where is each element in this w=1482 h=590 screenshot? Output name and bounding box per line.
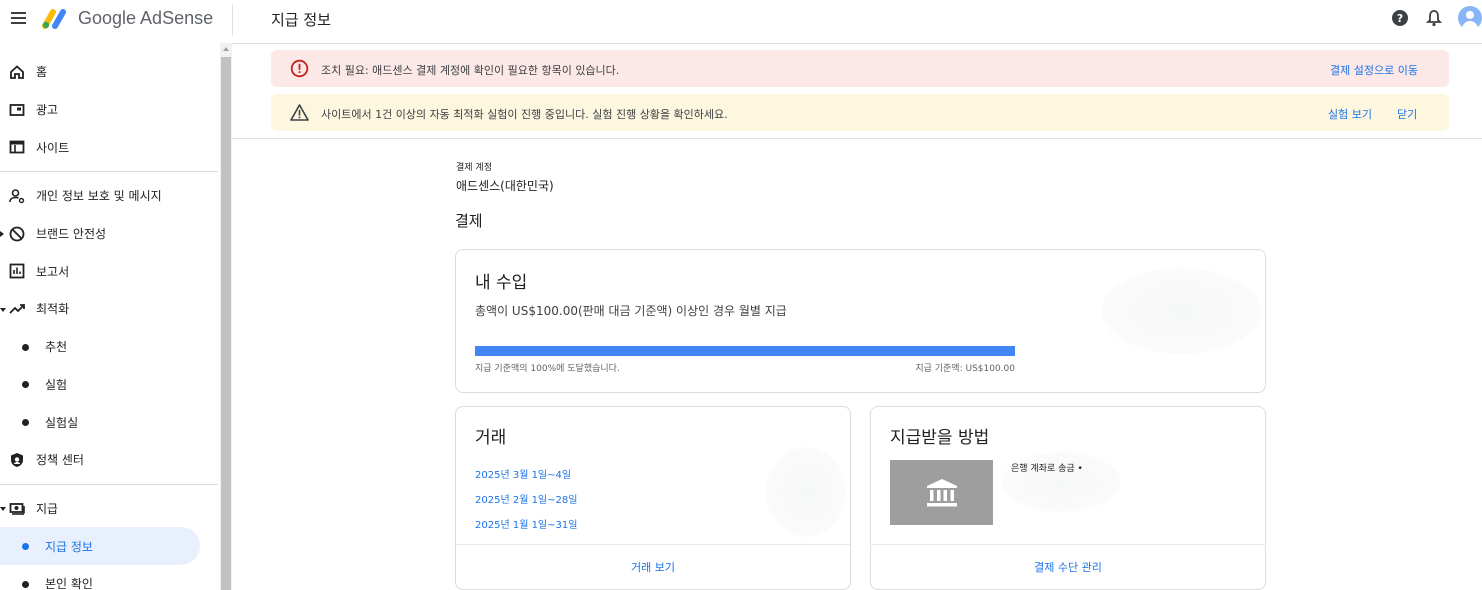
- payment-threshold-progress: [475, 346, 1015, 356]
- error-icon: [290, 59, 309, 78]
- account-label: 결제 계정: [456, 163, 492, 173]
- card-title: 내 수입: [475, 273, 528, 293]
- home-icon: [8, 63, 26, 81]
- divider: [0, 171, 218, 173]
- placeholder-graphic: [1101, 268, 1261, 354]
- sidebar-item-label: 본인 확인: [45, 577, 93, 590]
- sidebar-item-label: 지급: [36, 501, 59, 516]
- sidebar-item-brand-safety[interactable]: 브랜드 안전성: [0, 215, 220, 253]
- svg-text:?: ?: [1397, 12, 1403, 25]
- sidebar-item-label: 최적화: [36, 302, 70, 317]
- view-transactions-link[interactable]: 거래 보기: [456, 559, 850, 575]
- sidebar-item-label: 브랜드 안전성: [36, 227, 107, 242]
- bullet-icon: [22, 419, 29, 427]
- trending-up-icon: [8, 300, 26, 318]
- divider: [232, 138, 1482, 139]
- banner-message: 조치 필요: 애드센스 결제 계정에 확인이 필요한 항목이 있습니다.: [321, 64, 620, 77]
- scroll-up-icon[interactable]: [223, 47, 229, 51]
- payment-method-text: 은행 계좌로 송금 •: [1011, 464, 1083, 474]
- placeholder-graphic: [766, 447, 846, 537]
- progress-fill: [475, 346, 1015, 356]
- product-name: Google AdSense: [78, 8, 214, 28]
- go-to-payment-settings-link[interactable]: 결제 설정으로 이동: [1330, 62, 1418, 78]
- transaction-period-link[interactable]: 2025년 3월 1일~4일: [475, 466, 571, 481]
- sidebar-item-label: 지급 정보: [45, 539, 93, 554]
- bank-icon: [890, 460, 993, 525]
- progress-status: 지급 기준액의 100%에 도달했습니다.: [475, 364, 620, 374]
- sidebar-item-label: 사이트: [36, 140, 70, 155]
- sidebar-item-policy-center[interactable]: 정책 센터: [0, 441, 220, 479]
- ads-icon: [8, 101, 26, 119]
- card-title: 거래: [475, 428, 507, 448]
- sidebar-item-reports[interactable]: 보고서: [0, 252, 220, 290]
- sidebar-item-label: 광고: [36, 103, 59, 118]
- section-title: 결제: [455, 212, 483, 230]
- earnings-card: 내 수입 총액이 US$100.00(판매 대금 기준액) 이상인 경우 월별 …: [455, 249, 1266, 393]
- threshold-label: 지급 기준액: US$100.00: [915, 364, 1015, 374]
- scroll-thumb[interactable]: [221, 57, 231, 590]
- sidebar-item-ads[interactable]: 광고: [0, 91, 220, 129]
- sidebar-scrollbar[interactable]: [220, 43, 232, 590]
- divider: [0, 483, 218, 485]
- sidebar-item-payments[interactable]: 지급: [0, 490, 220, 528]
- notifications-icon[interactable]: [1424, 8, 1444, 28]
- page-title: 지급 정보: [271, 11, 331, 29]
- payments-icon: [8, 499, 26, 517]
- sidebar-item-experiments[interactable]: 실험: [0, 366, 220, 404]
- help-icon[interactable]: ?: [1390, 8, 1410, 28]
- sidebar: 홈 광고 사이트 개인 정보 보호 및 메시지 브랜드 안전성 보고서 최적화 …: [0, 43, 220, 590]
- sidebar-item-label: 정책 센터: [36, 453, 84, 468]
- sidebar-item-label: 실험: [45, 377, 68, 392]
- sidebar-item-verification[interactable]: 본인 확인: [0, 565, 220, 590]
- earnings-subtitle: 총액이 US$100.00(판매 대금 기준액) 이상인 경우 월별 지급: [475, 304, 787, 318]
- collapse-icon[interactable]: [0, 507, 6, 512]
- account-avatar[interactable]: [1458, 6, 1482, 30]
- bullet-icon: [22, 580, 29, 588]
- shield-icon: [8, 451, 26, 469]
- sites-icon: [8, 138, 26, 156]
- card-title: 지급받을 방법: [890, 428, 990, 448]
- sidebar-item-label: 개인 정보 보호 및 메시지: [36, 189, 162, 204]
- transaction-period-link[interactable]: 2025년 2월 1일~28일: [475, 491, 577, 506]
- block-icon: [8, 225, 26, 243]
- collapse-icon[interactable]: [0, 307, 6, 312]
- view-experiments-link[interactable]: 실험 보기: [1328, 106, 1372, 122]
- account-value: 애드센스(대한민국): [456, 179, 554, 193]
- card-footer: 결제 수단 관리: [871, 544, 1265, 589]
- bullet-icon: [22, 343, 29, 351]
- banner-message: 사이트에서 1건 이상의 자동 최적화 실험이 진행 중입니다. 실험 진행 상…: [321, 108, 728, 121]
- payment-method-card: 지급받을 방법 은행 계좌로 송금 • 결제 수단 관리: [870, 406, 1266, 590]
- sidebar-item-labs[interactable]: 실험실: [0, 403, 220, 441]
- transactions-card: 거래 2025년 3월 1일~4일 2025년 2월 1일~28일 2025년 …: [455, 406, 851, 590]
- reports-icon: [8, 262, 26, 280]
- transaction-period-link[interactable]: 2025년 1월 1일~31일: [475, 516, 577, 531]
- divider: [232, 4, 233, 36]
- sidebar-item-optimization[interactable]: 최적화: [0, 290, 220, 328]
- sidebar-item-home[interactable]: 홈: [0, 53, 220, 91]
- sidebar-item-label: 보고서: [36, 264, 70, 279]
- expand-icon[interactable]: [0, 230, 4, 237]
- card-footer: 거래 보기: [456, 544, 850, 589]
- sidebar-item-label: 추천: [45, 340, 68, 355]
- divider: [232, 43, 1482, 44]
- manage-payment-methods-link[interactable]: 결제 수단 관리: [871, 559, 1265, 575]
- sidebar-item-privacy[interactable]: 개인 정보 보호 및 메시지: [0, 177, 220, 215]
- sidebar-item-label: 홈: [36, 65, 48, 80]
- sidebar-item-label: 실험실: [45, 415, 79, 430]
- bullet-icon: [22, 381, 29, 389]
- sidebar-item-sites[interactable]: 사이트: [0, 128, 220, 166]
- bullet-icon: [22, 543, 29, 551]
- menu-icon[interactable]: [8, 8, 28, 28]
- warning-banner: 사이트에서 1건 이상의 자동 최적화 실험이 진행 중입니다. 실험 진행 상…: [271, 94, 1449, 131]
- adsense-logo[interactable]: [42, 6, 70, 30]
- person-settings-icon: [8, 187, 26, 205]
- dismiss-button[interactable]: 닫기: [1397, 106, 1417, 122]
- top-bar: Google AdSense 지급 정보 ?: [0, 0, 1482, 38]
- error-banner: 조치 필요: 애드센스 결제 계정에 확인이 필요한 항목이 있습니다. 결제 …: [271, 50, 1449, 87]
- sidebar-item-payment-info[interactable]: 지급 정보: [0, 527, 200, 565]
- warning-icon: [290, 104, 309, 121]
- sidebar-item-recommendations[interactable]: 추천: [0, 328, 220, 366]
